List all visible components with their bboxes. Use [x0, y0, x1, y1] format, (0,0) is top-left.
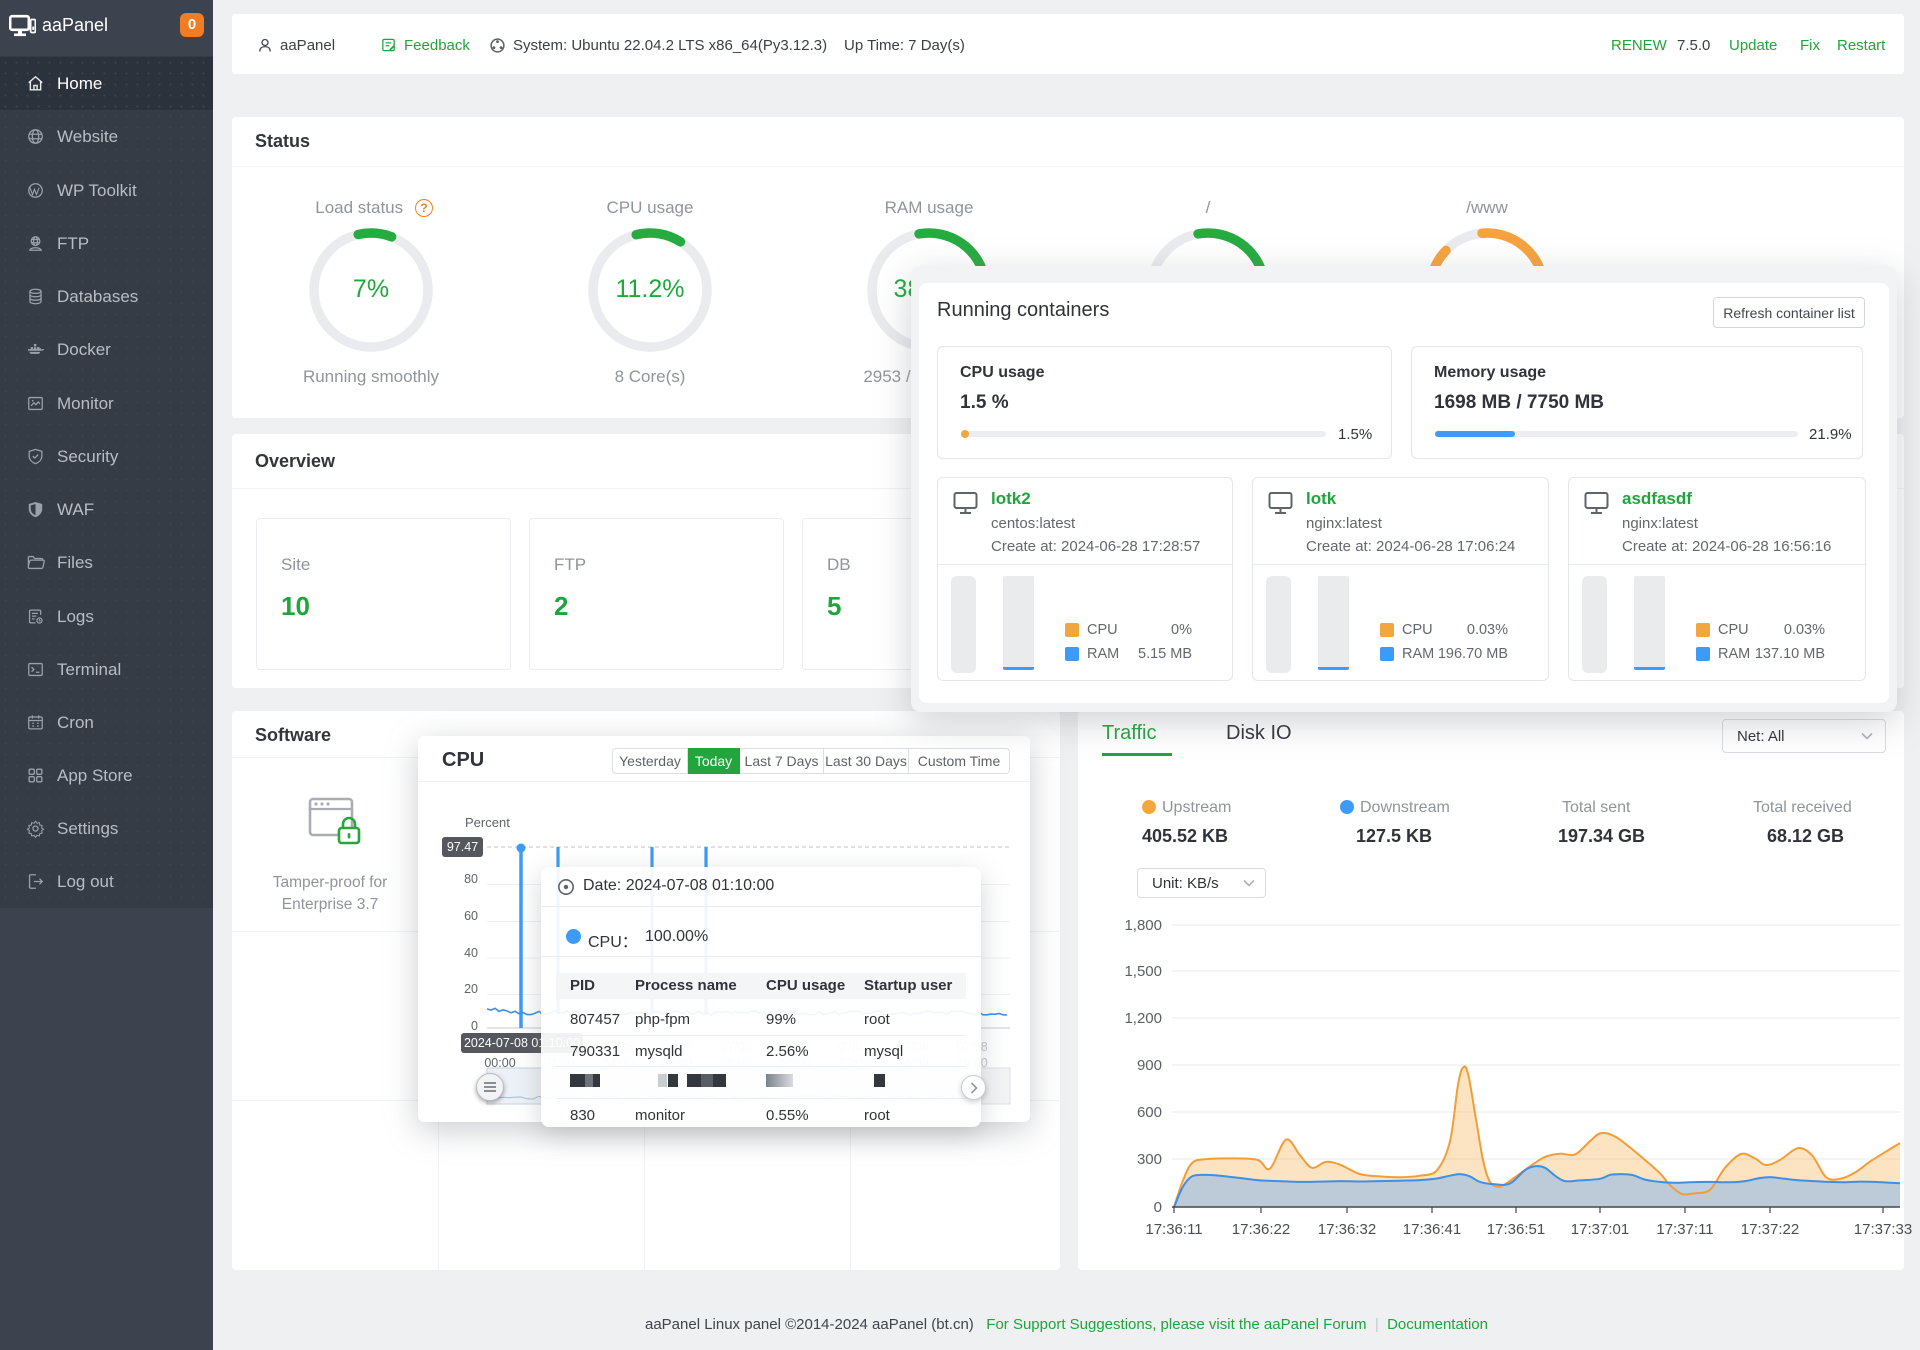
svg-text:1,800: 1,800: [1124, 917, 1162, 934]
svg-text:17:37:01: 17:37:01: [1571, 1221, 1629, 1238]
svg-text:17:37:11: 17:37:11: [1656, 1221, 1713, 1238]
svg-text:1,500: 1,500: [1124, 963, 1162, 980]
svg-text:17:36:11: 17:36:11: [1145, 1221, 1202, 1238]
svg-text:600: 600: [1137, 1104, 1162, 1121]
svg-text:17:36:41: 17:36:41: [1403, 1221, 1461, 1238]
svg-text:17:36:22: 17:36:22: [1232, 1221, 1290, 1238]
svg-text:17:36:32: 17:36:32: [1318, 1221, 1376, 1238]
svg-text:0: 0: [1154, 1199, 1162, 1216]
svg-text:900: 900: [1137, 1057, 1162, 1074]
svg-text:17:37:22: 17:37:22: [1741, 1221, 1799, 1238]
svg-text:1,200: 1,200: [1124, 1010, 1162, 1027]
svg-text:17:37:33: 17:37:33: [1854, 1221, 1912, 1238]
svg-text:300: 300: [1137, 1151, 1162, 1168]
svg-text:17:36:51: 17:36:51: [1487, 1221, 1545, 1238]
